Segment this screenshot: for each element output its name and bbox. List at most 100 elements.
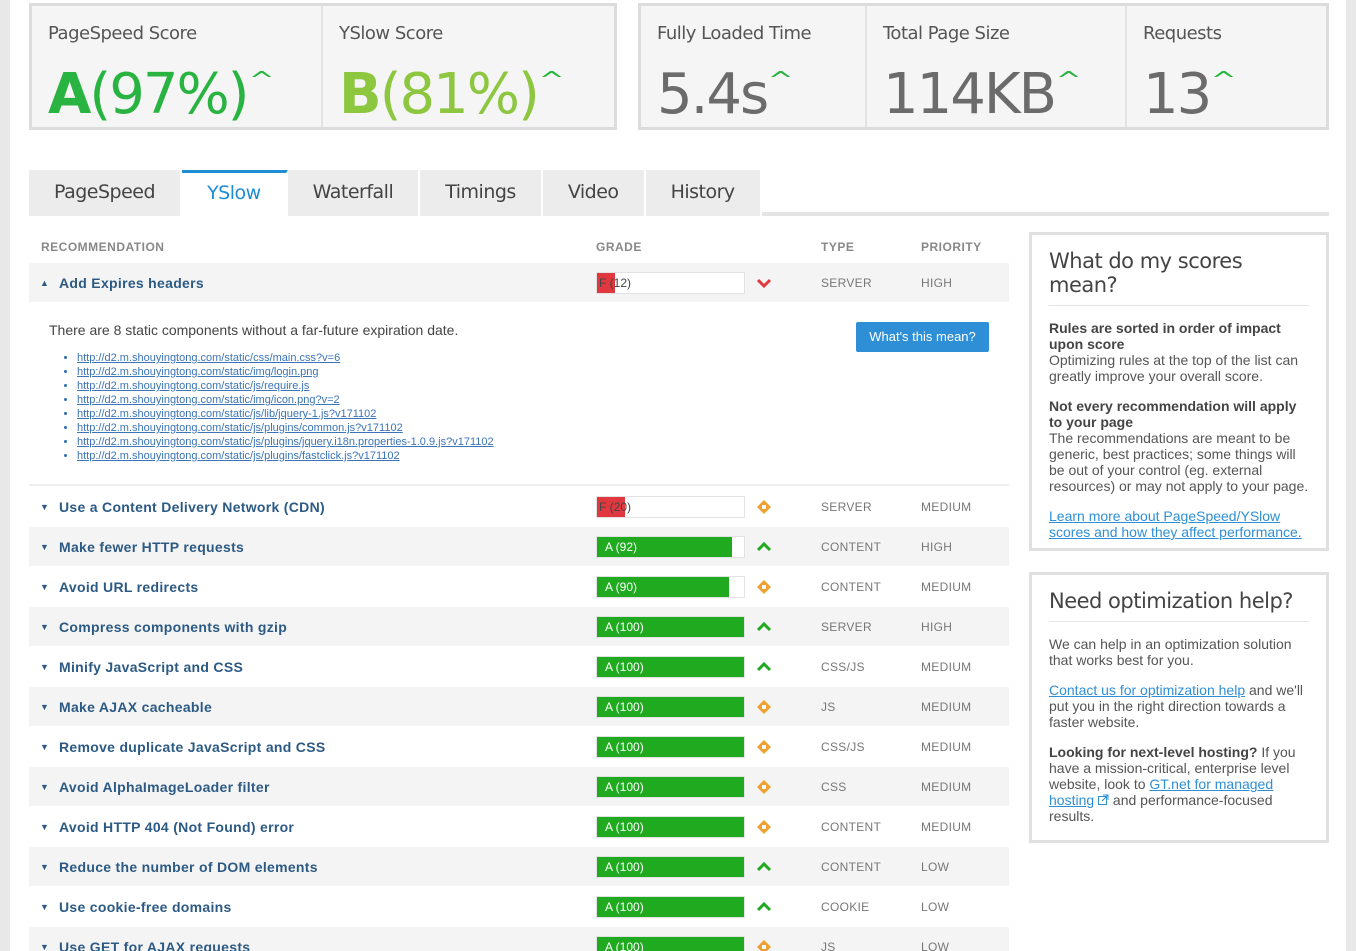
recommendation-name[interactable]: Avoid HTTP 404 (Not Found) error [59, 819, 294, 835]
optimization-help-panel: Need optimization help? We can help in a… [1029, 572, 1329, 843]
table-row-expanded[interactable]: ▲ Add Expires headers F (12) SERVER HIGH [29, 262, 1009, 302]
grade-bar: F (12) [596, 272, 745, 294]
table-row[interactable]: ▼ Use a Content Delivery Network (CDN) F (… [29, 486, 1009, 526]
expand-arrow-icon[interactable]: ▼ [40, 542, 49, 552]
component-link[interactable]: http://d2.m.shouyingtong.com/static/img/… [77, 394, 340, 406]
grade-bar: A (92) [596, 536, 745, 558]
table-row[interactable]: ▼ Minify JavaScript and CSS A (100) CSS/JS M… [29, 646, 1009, 686]
sorted-rules-text: Optimizing rules at the top of the list … [1049, 352, 1299, 384]
page-details-summary: Fully Loaded Time 5.4s^ Total Page Size … [638, 3, 1329, 130]
not-apply-note: Not every recommendation will apply to y… [1049, 398, 1309, 494]
recommendation-name[interactable]: Avoid AlphaImageLoader filter [59, 779, 270, 795]
table-row[interactable]: ▼ Remove duplicate JavaScript and CSS A (1… [29, 726, 1009, 766]
table-row[interactable]: ▼ Make fewer HTTP requests A (92) CONTENT HI… [29, 526, 1009, 566]
diamond-icon [757, 940, 771, 951]
contact-paragraph: Contact us for optimization help and we'… [1049, 682, 1309, 730]
component-link[interactable]: http://d2.m.shouyingtong.com/static/js/p… [77, 450, 400, 462]
expand-arrow-icon[interactable]: ▼ [40, 582, 49, 592]
table-row[interactable]: ▼ Avoid URL redirects A (90) CONTENT MEDIUM [29, 566, 1009, 606]
table-row[interactable]: ▼ Compress components with gzip A (100) SER… [29, 606, 1009, 646]
recommendation-priority: HIGH [921, 620, 953, 634]
fully-loaded-value: 5.4s^ [657, 46, 794, 130]
yslow-score: YSlow Score B(81%)^ [323, 6, 614, 127]
table-row[interactable]: ▼ Use cookie-free domains A (100) COOKIE LOW [29, 886, 1009, 926]
whats-this-mean-button[interactable]: What's this mean? [856, 322, 989, 352]
recommendation-name[interactable]: Add Expires headers [59, 275, 204, 291]
recommendation-name[interactable]: Use cookie-free domains [59, 899, 232, 915]
grade-text: A (92) [605, 540, 638, 554]
yslow-score-value: B(81%)^ [339, 46, 564, 130]
expand-arrow-icon[interactable]: ▼ [40, 822, 49, 832]
recommendation-detail: There are 8 static components without a … [29, 302, 1009, 486]
recommendation-type: CSS/JS [821, 660, 865, 674]
grade-bar: A (100) [596, 736, 745, 758]
grade-bar: A (100) [596, 896, 745, 918]
recommendation-type: SERVER [821, 276, 872, 290]
tab-yslow[interactable]: YSlow [182, 170, 288, 216]
list-item: http://d2.m.shouyingtong.com/static/img/… [77, 365, 494, 379]
help-intro: We can help in an optimization solution … [1049, 636, 1292, 668]
table-row[interactable]: ▼ Make AJAX cacheable A (100) JS MEDIUM [29, 686, 1009, 726]
recommendation-type: CONTENT [821, 860, 882, 874]
component-link[interactable]: http://d2.m.shouyingtong.com/static/js/p… [77, 436, 494, 448]
header-type: TYPE [821, 240, 855, 254]
expand-arrow-icon[interactable]: ▼ [40, 502, 49, 512]
sorted-rules-note: Rules are sorted in order of impact upon… [1049, 320, 1309, 384]
grade-bar: F (20) [596, 496, 745, 518]
grade-text: A (100) [605, 780, 644, 794]
header-grade: GRADE [596, 240, 642, 254]
recommendation-name[interactable]: Minify JavaScript and CSS [59, 659, 243, 675]
table-row[interactable]: ▼ Avoid AlphaImageLoader filter A (100) CSS… [29, 766, 1009, 806]
contact-link[interactable]: Contact us for optimization help [1049, 682, 1245, 698]
recommendation-name[interactable]: Make fewer HTTP requests [59, 539, 244, 555]
chevron-up-icon [756, 901, 772, 912]
recommendation-type: CONTENT [821, 540, 882, 554]
requests-value: 13^ [1143, 46, 1237, 130]
tab-waterfall[interactable]: Waterfall [287, 170, 421, 216]
expand-arrow-icon[interactable]: ▼ [40, 902, 49, 912]
recommendation-name[interactable]: Use GET for AJAX requests [59, 939, 250, 951]
tab-video[interactable]: Video [542, 170, 646, 216]
yslow-score-label: YSlow Score [339, 23, 443, 44]
tab-history[interactable]: History [645, 170, 762, 216]
tab-pagespeed[interactable]: PageSpeed [29, 170, 183, 216]
grade-text: A (100) [605, 740, 644, 754]
recommendation-name[interactable]: Compress components with gzip [59, 619, 287, 635]
diamond-icon [757, 700, 771, 714]
chevron-up-icon [756, 661, 772, 672]
recommendation-priority: MEDIUM [921, 660, 972, 674]
table-row[interactable]: ▼ Reduce the number of DOM elements A (100… [29, 846, 1009, 886]
recommendation-priority: MEDIUM [921, 780, 972, 794]
table-row[interactable]: ▼ Use GET for AJAX requests A (100) JS LOW [29, 926, 1009, 951]
tab-timings[interactable]: Timings [420, 170, 543, 216]
pagespeed-score: PageSpeed Score A(97%)^ [32, 6, 323, 127]
component-link[interactable]: http://d2.m.shouyingtong.com/static/js/l… [77, 408, 376, 420]
trend-up-icon: ^ [767, 68, 794, 93]
expand-arrow-icon[interactable]: ▼ [40, 662, 49, 672]
list-item: http://d2.m.shouyingtong.com/static/js/p… [77, 449, 494, 463]
recommendation-name[interactable]: Reduce the number of DOM elements [59, 859, 318, 875]
list-item: http://d2.m.shouyingtong.com/static/js/l… [77, 407, 494, 421]
recommendation-name[interactable]: Remove duplicate JavaScript and CSS [59, 739, 325, 755]
collapse-arrow-icon[interactable]: ▲ [40, 278, 49, 288]
component-link[interactable]: http://d2.m.shouyingtong.com/static/js/r… [77, 380, 309, 392]
component-link[interactable]: http://d2.m.shouyingtong.com/static/css/… [77, 352, 340, 364]
recommendation-name[interactable]: Make AJAX cacheable [59, 699, 212, 715]
recommendation-name[interactable]: Avoid URL redirects [59, 579, 199, 595]
component-link[interactable]: http://d2.m.shouyingtong.com/static/img/… [77, 366, 319, 378]
expand-arrow-icon[interactable]: ▼ [40, 942, 49, 951]
component-link[interactable]: http://d2.m.shouyingtong.com/static/js/p… [77, 422, 403, 434]
header-priority: PRIORITY [921, 240, 982, 254]
recommendation-type: CSS [821, 780, 847, 794]
expand-arrow-icon[interactable]: ▼ [40, 742, 49, 752]
diamond-icon [757, 580, 771, 594]
expand-arrow-icon[interactable]: ▼ [40, 702, 49, 712]
recommendation-type: COOKIE [821, 900, 870, 914]
expand-arrow-icon[interactable]: ▼ [40, 862, 49, 872]
page-size-label: Total Page Size [883, 23, 1010, 44]
expand-arrow-icon[interactable]: ▼ [40, 782, 49, 792]
learn-more-link[interactable]: Learn more about PageSpeed/YSlow scores … [1049, 508, 1302, 540]
expand-arrow-icon[interactable]: ▼ [40, 622, 49, 632]
table-row[interactable]: ▼ Avoid HTTP 404 (Not Found) error A (100)… [29, 806, 1009, 846]
recommendation-name[interactable]: Use a Content Delivery Network (CDN) [59, 499, 325, 515]
